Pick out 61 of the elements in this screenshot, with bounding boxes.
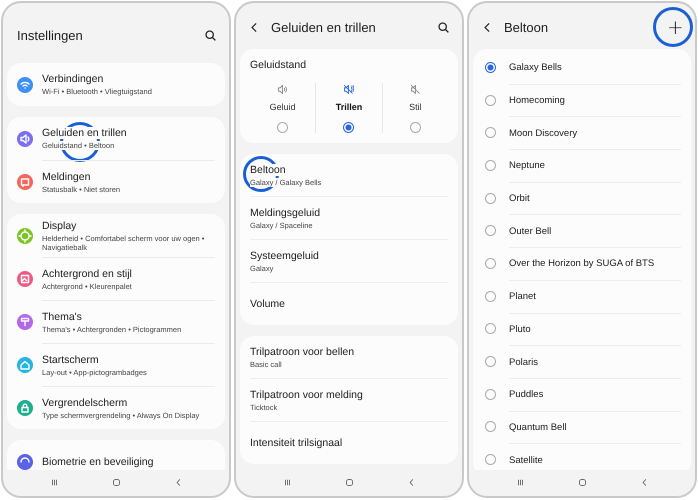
ringtone-name[interactable]: Puddles bbox=[509, 378, 681, 411]
search-icon[interactable] bbox=[437, 20, 450, 34]
ringtone-name[interactable]: Moon Discovery bbox=[509, 116, 681, 150]
add-button[interactable]: + bbox=[663, 17, 683, 37]
setting-title[interactable]: Verbindingen bbox=[42, 73, 104, 85]
muted-speaker-icon bbox=[342, 83, 356, 96]
radio-button[interactable] bbox=[485, 388, 496, 400]
ringtone-name[interactable]: Outer Bell bbox=[509, 214, 681, 248]
radio-button[interactable] bbox=[485, 258, 496, 269]
search-icon[interactable] bbox=[204, 28, 217, 42]
radio-button[interactable] bbox=[485, 290, 496, 302]
ringtone-name[interactable]: Satellite bbox=[509, 443, 681, 470]
radio-button[interactable] bbox=[485, 323, 496, 334]
ringtone-name[interactable]: Over the Horizon by SUGA of BTS bbox=[509, 247, 681, 280]
setting-title[interactable]: Trilpatroon voor melding bbox=[250, 388, 363, 400]
mode-label: Stil bbox=[409, 102, 422, 112]
ringtone-name[interactable]: Neptune bbox=[509, 149, 681, 182]
ringtone-name[interactable]: Planet bbox=[509, 280, 681, 312]
radio-button[interactable] bbox=[343, 122, 354, 133]
setting-title[interactable]: Meldingsgeluid bbox=[250, 206, 320, 218]
home-icon[interactable] bbox=[344, 476, 354, 488]
ringtone-name[interactable]: Orbit bbox=[509, 182, 681, 214]
setting-title[interactable]: Display bbox=[42, 220, 76, 232]
radio-button[interactable] bbox=[485, 225, 496, 236]
home-icon[interactable] bbox=[576, 476, 588, 488]
setting-title[interactable]: Biometrie en beveiliging bbox=[42, 456, 154, 468]
ringtone-name[interactable]: Homecoming bbox=[509, 84, 681, 116]
setting-title[interactable]: Intensiteit trilsignaal bbox=[250, 437, 342, 449]
home-icon[interactable] bbox=[110, 476, 122, 488]
section-title: Geluidstand bbox=[250, 59, 306, 71]
muted-speaker-icon bbox=[408, 83, 422, 96]
ringtone-name[interactable]: Polaris bbox=[509, 345, 681, 378]
ringtone-name[interactable]: Pluto bbox=[509, 312, 681, 346]
radio-button[interactable] bbox=[485, 127, 496, 138]
setting-title[interactable]: Geluiden en trillen bbox=[42, 127, 127, 139]
mode-label: Geluid bbox=[270, 102, 296, 112]
radio-button[interactable] bbox=[485, 62, 496, 73]
mode-label: Trillen bbox=[336, 102, 362, 112]
setting-title[interactable]: Beltoon bbox=[250, 164, 286, 176]
setting-title[interactable]: Volume bbox=[250, 298, 286, 310]
screen-title: Beltoon bbox=[504, 20, 550, 34]
setting-title[interactable]: Trilpatroon voor bellen bbox=[250, 346, 354, 358]
setting-title[interactable]: Systeemgeluid bbox=[250, 250, 319, 262]
radio-button[interactable] bbox=[410, 122, 421, 133]
radio-button[interactable] bbox=[485, 356, 496, 368]
radio-button[interactable] bbox=[485, 94, 496, 106]
radio-button[interactable] bbox=[277, 122, 288, 133]
radio-button[interactable] bbox=[485, 160, 496, 171]
radio-button[interactable] bbox=[485, 454, 496, 466]
setting-title[interactable]: Achtergrond en stijl bbox=[42, 268, 132, 280]
radio-button[interactable] bbox=[485, 421, 496, 432]
ringtone-name[interactable]: Quantum Bell bbox=[509, 410, 681, 444]
screen-title: Geluiden en trillen bbox=[271, 20, 377, 34]
ringtone-name[interactable]: Galaxy Bells bbox=[509, 51, 681, 84]
setting-title[interactable]: Meldingen bbox=[42, 170, 90, 182]
screen-title: Instellingen bbox=[17, 28, 83, 42]
speaker-icon bbox=[276, 83, 290, 96]
setting-title[interactable]: Startscherm bbox=[42, 354, 99, 366]
radio-button[interactable] bbox=[485, 192, 496, 204]
setting-title[interactable]: Vergrendelscherm bbox=[42, 396, 128, 408]
setting-title[interactable]: Thema's bbox=[42, 310, 82, 322]
